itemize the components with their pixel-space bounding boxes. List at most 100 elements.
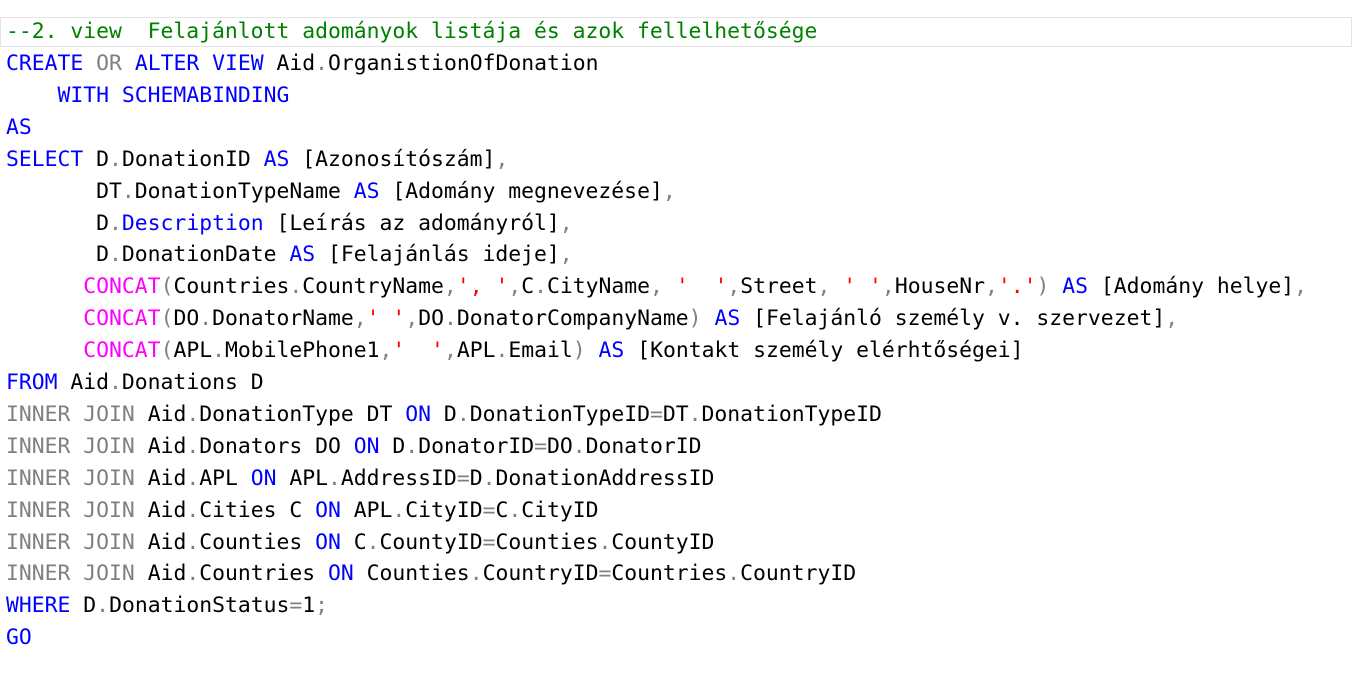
code-token: ON	[353, 433, 380, 459]
code-token: WITH	[57, 82, 110, 108]
code-comment-line[interactable]: --2. view Felajánlott adományok listája …	[6, 16, 817, 48]
code-token: D	[431, 401, 457, 427]
code-line[interactable]: CREATE OR ALTER VIEW Aid.OrganistionOfDo…	[6, 48, 599, 80]
code-token: Countries	[611, 561, 728, 587]
code-token: HouseNr	[894, 274, 985, 300]
code-line[interactable]: INNER JOIN Aid.Cities C ON APL.CityID=C.…	[6, 495, 599, 527]
code-token: D	[70, 593, 97, 619]
code-token: =	[289, 593, 303, 619]
code-token: .	[495, 338, 509, 364]
code-token: DonatorName	[212, 306, 354, 332]
code-token: ' '	[843, 274, 882, 300]
code-token: [Adomány megnevezése]	[379, 178, 663, 204]
code-line[interactable]: AS	[6, 112, 32, 144]
code-token: ,	[1165, 306, 1179, 332]
code-line[interactable]: D.DonationDate AS [Felajánlás ideje],	[6, 239, 573, 271]
code-token: CityName	[547, 274, 651, 300]
code-token: Donations D	[121, 370, 264, 395]
code-token: ,	[1294, 274, 1307, 300]
code-token: ,	[559, 210, 573, 236]
code-token: =	[482, 497, 496, 523]
code-token: .	[289, 274, 303, 300]
code-token: CONCAT	[83, 338, 161, 364]
code-token: APL	[276, 465, 329, 491]
code-line[interactable]: INNER JOIN Aid.Countries ON Counties.Cou…	[6, 558, 856, 590]
code-token: Description	[121, 210, 264, 236]
code-line[interactable]: INNER JOIN Aid.APL ON APL.AddressID=D.Do…	[6, 463, 714, 495]
code-line[interactable]: WITH SCHEMABINDING	[6, 80, 290, 112]
code-token: .	[456, 401, 470, 427]
code-token: ,	[984, 274, 998, 300]
code-token: ,	[559, 242, 573, 268]
code-token: .	[121, 178, 135, 204]
code-token: D	[6, 242, 110, 268]
code-line[interactable]: CONCAT(APL.MobilePhone1,' ',APL.Email) A…	[6, 335, 1023, 367]
code-line[interactable]: WHERE D.DonationStatus=1;	[6, 590, 328, 622]
code-token: C	[495, 497, 509, 523]
code-token: .	[186, 465, 200, 491]
code-token: ' '	[392, 338, 444, 364]
code-token: .	[328, 465, 341, 491]
code-token: .	[96, 593, 110, 619]
code-token: CONCAT	[83, 274, 161, 300]
code-token: VIEW	[212, 51, 264, 76]
code-line[interactable]: CONCAT(Countries.CountryName,', ',C.City…	[6, 271, 1307, 303]
code-token: AS	[263, 146, 290, 172]
code-token: 1	[302, 593, 316, 619]
code-line[interactable]: FROM Aid.Donations D	[6, 367, 264, 399]
code-token: Cities C	[199, 497, 316, 523]
code-line[interactable]: INNER JOIN Aid.Donators DO ON D.DonatorI…	[6, 431, 702, 463]
code-token: AS	[714, 306, 741, 332]
code-token: D	[6, 210, 110, 236]
code-token: DonatorID	[418, 433, 535, 459]
code-token: C	[340, 529, 367, 555]
code-token: .	[572, 433, 586, 459]
code-token: FROM	[6, 370, 58, 395]
code-line[interactable]: D.Description [Leírás az adományról],	[6, 208, 573, 240]
code-token: ,	[881, 274, 895, 300]
code-token: DonationTypeID	[469, 401, 650, 427]
code-token: CityID	[405, 497, 483, 523]
code-token: DT	[6, 178, 122, 204]
code-line[interactable]: GO	[6, 622, 32, 654]
code-token: Countries	[173, 274, 290, 300]
code-token: .	[727, 561, 741, 587]
code-token: ,	[508, 274, 522, 300]
code-token: Street	[740, 274, 818, 300]
code-token: OR	[96, 51, 122, 76]
code-line[interactable]: INNER JOIN Aid.DonationType DT ON D.Dona…	[6, 399, 882, 431]
code-line[interactable]: DT.DonationTypeName AS [Adomány megnevez…	[6, 176, 676, 208]
code-line[interactable]: CONCAT(DO.DonatorName,' ',DO.DonatorComp…	[6, 303, 1178, 335]
code-token: Aid	[134, 465, 187, 491]
code-token: [Felajánló személy v. szervezet]	[740, 306, 1166, 332]
code-token: D	[379, 433, 406, 459]
code-token: ,	[443, 274, 457, 300]
code-line[interactable]: SELECT D.DonationID AS [Azonosítószám],	[6, 144, 508, 176]
code-token: ,	[495, 146, 509, 172]
code-token: INNER	[6, 433, 71, 459]
code-token: CountryID	[740, 561, 857, 587]
code-token: Aid	[134, 497, 187, 523]
code-token: JOIN	[83, 561, 135, 587]
code-token: SCHEMABINDING	[121, 82, 290, 108]
sql-editor[interactable]: --2. view Felajánlott adományok listája …	[0, 0, 1355, 681]
code-token: =	[598, 561, 612, 587]
code-token: .	[392, 497, 406, 523]
code-token: ;	[315, 593, 329, 619]
code-line[interactable]: INNER JOIN Aid.Counties ON C.CountyID=Co…	[6, 527, 714, 559]
code-token: DonationTypeName	[134, 178, 354, 204]
code-token: D	[83, 146, 110, 172]
code-token: )	[1036, 274, 1050, 300]
code-token: DO	[418, 306, 444, 332]
